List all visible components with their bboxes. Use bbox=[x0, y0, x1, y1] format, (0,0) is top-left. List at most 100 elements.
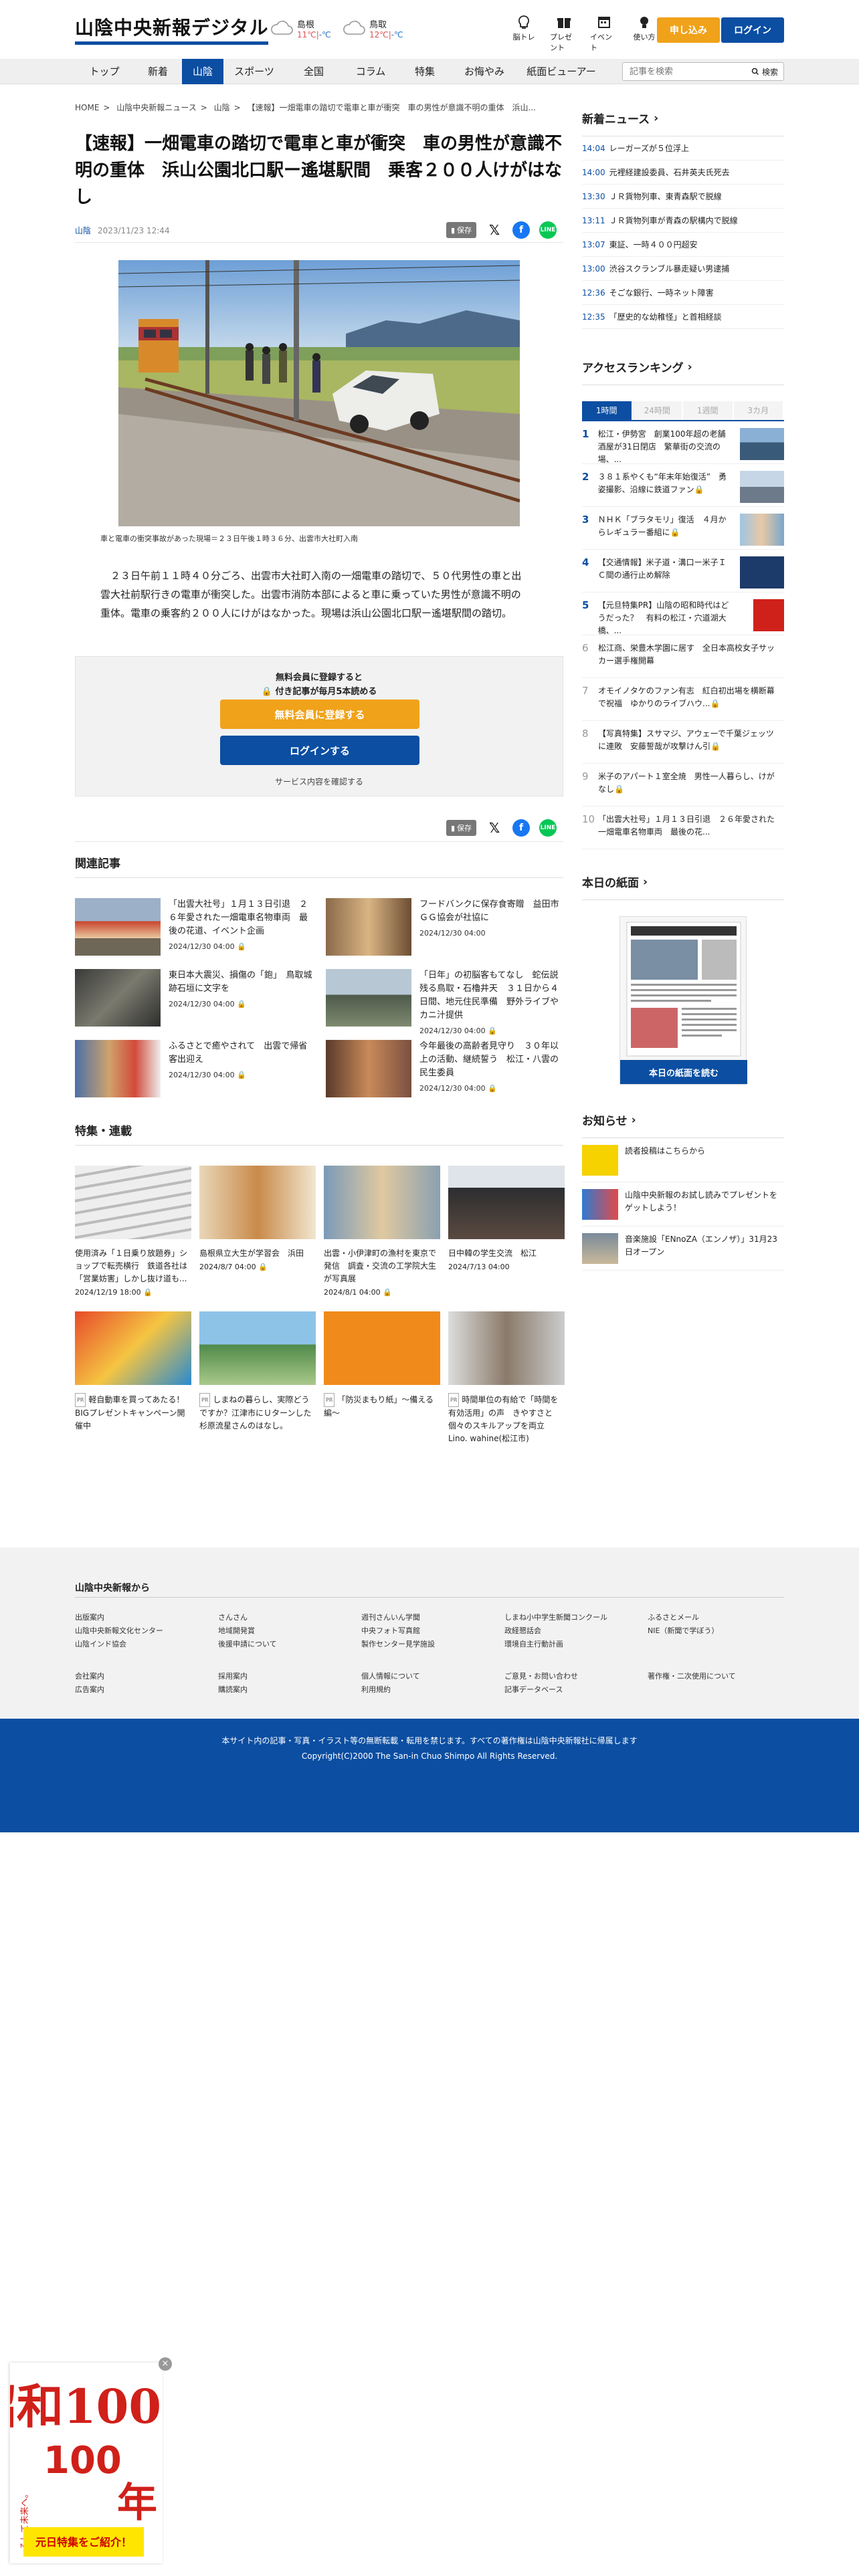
news-item[interactable]: 12:35 「歴史的な幼稚怪」と首相経談 bbox=[582, 305, 784, 329]
ranking-tab-1w[interactable]: 1週間 bbox=[683, 401, 733, 420]
footer-link[interactable]: 製作センター見学施設 bbox=[361, 1638, 435, 1649]
facebook-share-icon[interactable]: f bbox=[512, 221, 530, 239]
footer-link[interactable]: 政経懇話会 bbox=[504, 1625, 541, 1636]
notice-item[interactable]: 山陰中央新報のお試し読みでプレゼントをゲットしよう！ bbox=[582, 1182, 784, 1226]
nav-item-sports[interactable]: スポーツ bbox=[223, 59, 285, 84]
footer-link[interactable]: ふるさとメール bbox=[648, 1612, 699, 1622]
footer-link[interactable]: 中央フォト写真館 bbox=[361, 1625, 420, 1636]
news-item[interactable]: 14:00 元裡経建設委員、石井英夫氏死去 bbox=[582, 160, 784, 185]
save-button[interactable]: ▮ 保存 bbox=[446, 820, 476, 836]
ranking-item[interactable]: 3 ＮＨＫ「ブラタモリ」復活 ４月からレギュラー番組に🔒 bbox=[582, 507, 784, 550]
feature-item[interactable]: PR しまねの暮らし、実際どうですか？江津市にＵターンした杉原流星さんのはなし。 bbox=[199, 1311, 316, 1445]
footer-link[interactable]: 環境自主行動計画 bbox=[504, 1638, 563, 1649]
nav-item-obituary[interactable]: お悔やみ bbox=[451, 59, 518, 84]
news-item[interactable]: 13:11 ＪＲ貨物列車が青森の駅構内で脱線 bbox=[582, 209, 784, 233]
ranking-tab-3m[interactable]: 3カ月 bbox=[733, 401, 783, 420]
related-item[interactable]: 「出雲大社号」１月１３日引退 ２６年愛された一畑電車名物車両 最後の花道、イベン… bbox=[75, 898, 312, 956]
article-category[interactable]: 山陰 bbox=[75, 225, 91, 236]
footer-link[interactable]: 採用案内 bbox=[218, 1671, 248, 1681]
notice-item[interactable]: 音楽施設「ENnoZA（エンノザ）」31月23日オープン bbox=[582, 1226, 784, 1271]
nav-item-special[interactable]: 特集 bbox=[399, 59, 451, 84]
ranking-item[interactable]: 4 【交通情報】米子道・溝口ー米子ＩＣ間の通行止め解除 bbox=[582, 550, 784, 593]
nav-item-new[interactable]: 新着 bbox=[134, 59, 182, 84]
header-link-gift[interactable]: プレゼント bbox=[550, 15, 578, 53]
feature-item[interactable]: PR 時間単位の有給で「時間を有効活用」の声 きやすさと個々のスキルアップを両立 … bbox=[448, 1311, 565, 1445]
ranking-item[interactable]: 7 オモイノタケのファン有志 紅白初出場を横断幕で祝福 ゆかりのライブハウ...🔒 bbox=[582, 678, 784, 721]
ranking-item[interactable]: 5 【元旦特集PR】山陰の昭和時代はどうだった？ 有料の松江・穴道湖大橋、... bbox=[582, 593, 784, 635]
footer-link[interactable]: 山陰インド協会 bbox=[75, 1638, 126, 1649]
footer-link[interactable]: 購読案内 bbox=[218, 1684, 248, 1695]
header-link-event[interactable]: イベント bbox=[590, 15, 618, 53]
x-share-icon[interactable]: 𝕏 bbox=[486, 221, 503, 239]
feature-item[interactable]: 使用済み「１日乗り放題券」ショップで転売横行 鉄道各社は「営業妨害」しかし抜け道… bbox=[75, 1166, 191, 1297]
notice-item[interactable]: 読者投稿はこちらから bbox=[582, 1138, 784, 1182]
breadcrumb-item[interactable]: HOME bbox=[75, 103, 99, 112]
nav-item-top[interactable]: トップ bbox=[75, 59, 134, 84]
search-input[interactable] bbox=[623, 64, 730, 80]
notice-heading[interactable]: お知らせ › bbox=[582, 1111, 784, 1138]
login-button[interactable]: ログイン bbox=[721, 17, 784, 43]
footer-link[interactable]: NIE（新聞で学ぼう） bbox=[648, 1625, 719, 1636]
footer-link[interactable]: 個人情報について bbox=[361, 1671, 420, 1681]
related-item[interactable]: 東日本大震災、損傷の「鉋」 鳥取城跡石垣に文字を 2024/12/30 04:00… bbox=[75, 969, 312, 1027]
line-share-icon[interactable]: LINE bbox=[539, 819, 557, 837]
latest-news-heading[interactable]: 新着ニュース › bbox=[582, 110, 784, 136]
related-item[interactable]: 「日年」の初脳客もてなし 蛇伝説残る鳥取・石櫓井天 ３１日から４日間、地元住民準… bbox=[326, 969, 563, 1035]
ranking-item[interactable]: 2 ３８１系やくも“年末年始復活” 勇姿撮影、沿線に鉄道ファン🔒 bbox=[582, 464, 784, 507]
header-link-brain[interactable]: 脳トレ bbox=[510, 15, 538, 53]
footer-link[interactable]: 著作権・二次使用について bbox=[648, 1671, 736, 1681]
nav-item-sanin[interactable]: 山陰 bbox=[182, 59, 223, 84]
save-button[interactable]: ▮ 保存 bbox=[446, 222, 476, 238]
footer-link[interactable]: 地域開発賞 bbox=[218, 1625, 255, 1636]
footer-link[interactable]: 記事データベース bbox=[504, 1684, 563, 1695]
related-item[interactable]: 今年最後の高齢者見守り ３０年以上の活動、継続誓う 松江・八雲の民生委員 2024… bbox=[326, 1040, 563, 1097]
footer-link[interactable]: 週刊さんいん学聞 bbox=[361, 1612, 420, 1622]
ranking-tab-1h[interactable]: 1時間 bbox=[582, 401, 632, 420]
related-item[interactable]: フードバンクに保存食寄贈 益田市ＧＧ協会が社協に 2024/12/30 04:00 bbox=[326, 898, 563, 956]
news-item[interactable]: 12:36 そごな銀行、一時ネット障害 bbox=[582, 281, 784, 305]
site-logo[interactable]: 山陰中央新報デジタル bbox=[75, 13, 269, 45]
footer-link[interactable]: 利用規約 bbox=[361, 1684, 391, 1695]
header-link-howto[interactable]: 使い方 bbox=[630, 15, 658, 53]
ranking-item[interactable]: 10 「出雲大社号」１月１３日引退 ２６年愛された一畑電車名物車両 最後の花... bbox=[582, 807, 784, 849]
feature-item[interactable]: 出雲・小伊津町の漁村を東京で発信 調査・交流の工学院大生が写真展 2024/8/1… bbox=[324, 1166, 440, 1297]
footer-link[interactable]: ご意見・お問い合わせ bbox=[504, 1671, 578, 1681]
facebook-share-icon[interactable]: f bbox=[512, 819, 530, 837]
news-item[interactable]: 14:04 レーガーズが５位浮上 bbox=[582, 136, 784, 160]
feature-item[interactable]: PR 「防災まもり紙」〜備える編〜 bbox=[324, 1311, 440, 1445]
ranking-item[interactable]: 1 松江・伊勢宮 創業100年超の老舗酒屋が31日閉店 繁華街の交流の場、... bbox=[582, 421, 784, 464]
related-item[interactable]: ふるさとで癒やされて 出雲で帰省客出迎え 2024/12/30 04:00 🔒 bbox=[75, 1040, 312, 1097]
ranking-item[interactable]: 8 【写真特集】スサマジ、アウェーで千葉ジェッツに連敗 安藤誓哉が攻撃けん引🔒 bbox=[582, 721, 784, 764]
footer-link[interactable]: 広告案内 bbox=[75, 1684, 104, 1695]
weather-tottori[interactable]: 鳥取 12℃|-℃ bbox=[343, 17, 403, 39]
footer-link[interactable]: 山陰中央新報文化センター bbox=[75, 1625, 163, 1636]
news-item[interactable]: 13:00 渋谷スクランブル暴走疑い男逮捕 bbox=[582, 257, 784, 281]
weather-shimane[interactable]: 島根 11℃|-℃ bbox=[270, 17, 331, 39]
register-button[interactable]: 無料会員に登録する bbox=[220, 700, 419, 729]
feature-item[interactable]: PR 軽自動車を買ってあたる！BIGプレゼントキャンペーン開催中 bbox=[75, 1311, 191, 1445]
ranking-heading[interactable]: アクセスランキング › bbox=[582, 358, 784, 385]
breadcrumb-item[interactable]: 山陰中央新報ニュース bbox=[116, 103, 196, 112]
today-paper[interactable]: 本日の紙面を読む bbox=[619, 916, 747, 1085]
paper-heading[interactable]: 本日の紙面 › bbox=[582, 873, 784, 900]
breadcrumb-item[interactable]: 山陰 bbox=[214, 103, 230, 112]
close-icon[interactable]: × bbox=[159, 2357, 172, 2371]
subscribe-button[interactable]: 申し込み bbox=[657, 17, 720, 43]
promo-banner[interactable]: × 昭和100年 100 年 そして未来へ。 元日特集をご紹介！ bbox=[0, 2357, 208, 2563]
news-item[interactable]: 13:07 東証、一時４００円超安 bbox=[582, 233, 784, 257]
nav-item-national[interactable]: 全国 bbox=[285, 59, 343, 84]
feature-item[interactable]: 日中韓の学生交流 松江 2024/7/13 04:00 bbox=[448, 1166, 565, 1297]
read-paper-button[interactable]: 本日の紙面を読む bbox=[620, 1060, 747, 1084]
footer-link[interactable]: 会社案内 bbox=[75, 1671, 104, 1681]
feature-item[interactable]: 島根県立大生が学習会 浜田 2024/8/7 04:00 🔒 bbox=[199, 1166, 316, 1297]
line-share-icon[interactable]: LINE bbox=[539, 221, 557, 239]
x-share-icon[interactable]: 𝕏 bbox=[486, 819, 503, 837]
service-info-link[interactable]: サービス内容を確認する bbox=[76, 776, 563, 787]
footer-link[interactable]: 後援申請について bbox=[218, 1638, 277, 1649]
paywall-login-button[interactable]: ログインする bbox=[220, 736, 419, 765]
ranking-item[interactable]: 6 松江商、栄豊木学園に居す 全日本高校女子サッカー選手権開幕 bbox=[582, 635, 784, 678]
nav-item-viewer[interactable]: 紙面ビューアー bbox=[518, 59, 605, 84]
ranking-tab-24h[interactable]: 24時間 bbox=[632, 401, 682, 420]
ranking-item[interactable]: 9 米子のアパート１室全焼 男性一人暮らし、けがなし🔒 bbox=[582, 764, 784, 807]
footer-link[interactable]: しまね小中学生新聞コンクール bbox=[504, 1612, 607, 1622]
